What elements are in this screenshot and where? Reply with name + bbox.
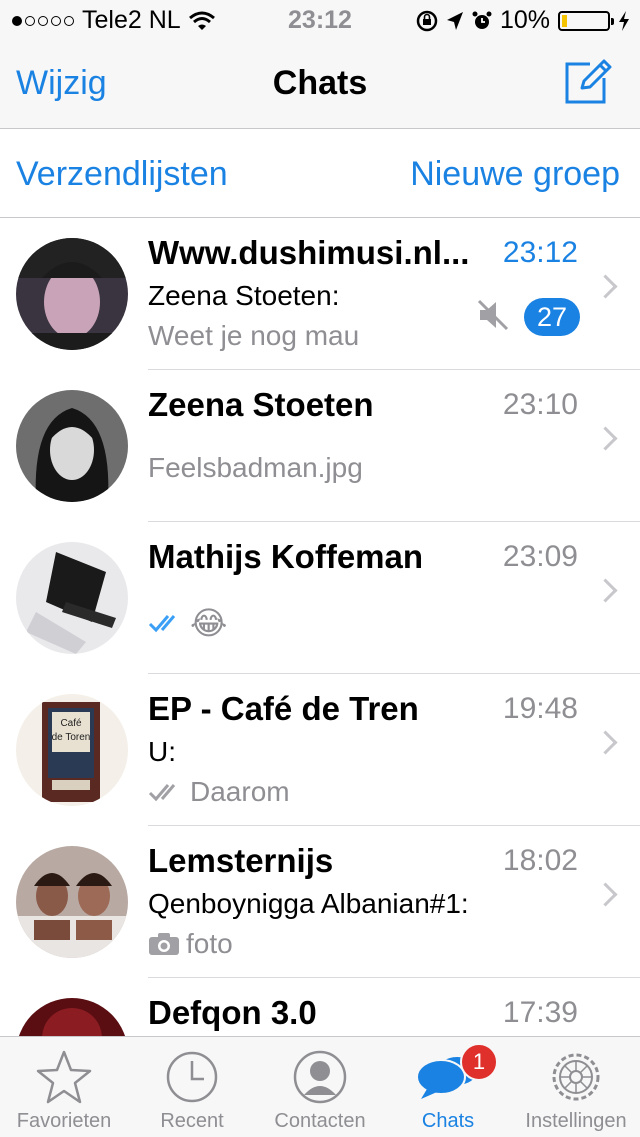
chevron-right-icon: [593, 274, 618, 299]
chat-row[interactable]: Zeena Stoeten 23:10 Feelsbadman.jpg: [0, 370, 640, 522]
chat-preview-text: Weet je nog mau: [148, 320, 360, 351]
battery-icon: [558, 10, 614, 31]
chevron-right-icon: [593, 730, 618, 755]
tab-label: Recent: [160, 1110, 224, 1132]
avatar: [16, 846, 128, 958]
chat-row[interactable]: Café de Toren EP - Café de Tren 19:48 U:…: [0, 674, 640, 826]
star-icon: [36, 1050, 92, 1104]
avatar-sign-line-2: de Toren: [52, 732, 91, 743]
chat-preview-text: foto: [186, 928, 233, 959]
status-right: 10%: [416, 6, 630, 35]
chat-time: 17:39: [502, 996, 578, 1029]
chat-name: Www.dushimusi.nl...: [148, 234, 470, 271]
tab-label: Chats: [421, 1110, 475, 1132]
chat-name: Zeena Stoeten: [148, 386, 374, 423]
compose-icon: [565, 59, 612, 104]
avatar: [16, 998, 128, 1036]
tab-favorites[interactable]: Favorieten: [0, 1037, 128, 1137]
chevron-right-icon: [593, 578, 618, 603]
chat-time: 23:10: [502, 388, 578, 421]
compose-button[interactable]: [564, 58, 612, 109]
chat-name: EP - Café de Tren: [148, 690, 419, 727]
unread-count-badge: 27: [524, 298, 580, 336]
double-check-icon: [148, 784, 176, 802]
chats-badge: 1: [460, 1043, 498, 1081]
chat-time: 18:02: [502, 844, 578, 877]
avatar-sign-line-1: Café: [60, 718, 82, 729]
chat-preview: foto: [148, 928, 233, 960]
tab-chats[interactable]: 1 Chats: [384, 1037, 512, 1137]
gear-icon: [552, 1053, 600, 1101]
chat-name: Mathijs Koffeman: [148, 538, 424, 575]
rotation-lock-icon: [416, 10, 438, 31]
chat-preview-text: Daarom: [190, 776, 290, 807]
tab-label: Favorieten: [16, 1110, 112, 1132]
tab-label: Instellingen: [525, 1110, 627, 1132]
chat-sender: U:: [148, 736, 176, 767]
page-title: Chats: [272, 64, 368, 102]
chat-time: 19:48: [502, 692, 578, 725]
avatar: [16, 238, 128, 350]
alarm-icon: [472, 11, 492, 29]
double-check-icon: [148, 615, 176, 633]
contacts-icon: [293, 1050, 347, 1104]
chat-sender: Qenboynigga Albanian#1:: [148, 888, 469, 919]
location-arrow-icon: [446, 11, 463, 30]
chat-time: 23:12: [502, 236, 578, 269]
chat-row[interactable]: Lemsternijs 18:02 Qenboynigga Albanian#1…: [0, 826, 640, 978]
charging-bolt-icon: [619, 10, 629, 31]
navigation-bar: Wijzig Chats: [0, 40, 640, 129]
clock-icon: [166, 1051, 218, 1103]
chat-preview: Weet je nog mau: [148, 320, 359, 352]
chat-time: 23:09: [502, 540, 578, 573]
chat-preview: Feelsbadman.jpg: [148, 452, 363, 484]
tab-bar: Favorieten Recent Contacten 1 Chats Inst…: [0, 1036, 640, 1137]
tab-contacts[interactable]: Contacten: [256, 1037, 384, 1137]
chat-row[interactable]: Mathijs Koffeman 23:09 😂: [0, 522, 640, 674]
chat-actions-row: Verzendlijsten Nieuwe groep: [0, 129, 640, 218]
tab-settings[interactable]: Instellingen: [512, 1037, 640, 1137]
avatar: [16, 542, 128, 654]
chevron-right-icon: [593, 426, 618, 451]
chat-list: Www.dushimusi.nl... 23:12 Zeena Stoeten:…: [0, 218, 640, 1036]
chat-name: Lemsternijs: [148, 842, 334, 879]
chat-name: Defqon 3.0: [148, 994, 317, 1031]
chat-preview: 😂: [148, 604, 227, 642]
tab-recent[interactable]: Recent: [128, 1037, 256, 1137]
status-bar: Tele2 NL 23:12 10%: [0, 0, 640, 40]
chat-preview-text: Feelsbadman.jpg: [148, 452, 363, 483]
chat-preview: Daarom: [148, 776, 290, 808]
chat-row[interactable]: Www.dushimusi.nl... 23:12 Zeena Stoeten:…: [0, 218, 640, 370]
new-group-link[interactable]: Nieuwe groep: [410, 155, 620, 194]
mute-icon: [476, 298, 510, 337]
avatar: [16, 390, 128, 502]
camera-icon: [149, 933, 179, 955]
chat-sender: Zeena Stoeten:: [148, 280, 340, 311]
avatar: Café de Toren: [16, 694, 128, 806]
broadcast-lists-link[interactable]: Verzendlijsten: [16, 155, 228, 194]
battery-percent: 10%: [499, 6, 550, 34]
tab-label: Contacten: [274, 1110, 366, 1132]
chat-preview-text: 😂: [190, 605, 228, 641]
chat-row[interactable]: Defqon 3.0 17:39: [0, 978, 640, 1036]
chevron-right-icon: [593, 882, 618, 907]
